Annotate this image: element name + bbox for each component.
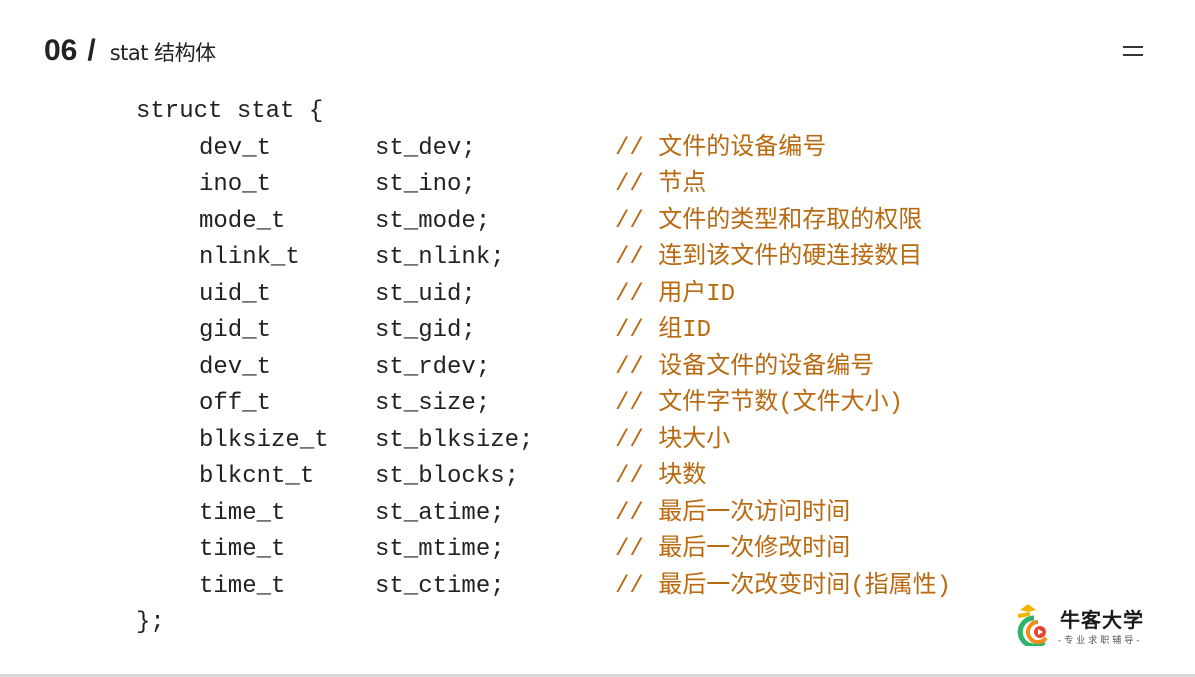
field-member: st_blksize; [375,426,534,454]
struct-field-line: time_t st_mtime; // 最后一次修改时间 [136,532,850,569]
field-member: st_blocks; [375,463,520,490]
field-type: uid_t [199,280,272,308]
logo-name: 牛客大学 [1060,608,1144,632]
field-type: blkcnt_t [199,463,315,490]
logo-tagline: -专业求职辅导- [1058,636,1143,646]
field-type: nlink_t [199,244,300,271]
field-type: time_t [199,572,286,600]
section-number: 06 [44,34,78,67]
field-comment: // 用户ID [615,280,736,308]
field-member: st_atime; [375,499,505,527]
code-struct-open: struct stat { [136,94,323,131]
field-type: dev_t [199,134,272,162]
field-type: dev_t [199,353,272,381]
section-separator: / [87,34,96,67]
field-member: st_dev; [375,134,476,162]
field-member: st_uid; [375,280,476,308]
field-comment: // 最后一次修改时间 [615,536,851,563]
field-type: blksize_t [199,426,329,454]
menu-icon-line [1123,54,1143,56]
field-comment: // 块数 [615,463,707,490]
field-comment: // 文件的类型和存取的权限 [615,207,923,235]
struct-field-line: time_t st_ctime; // 最后一次改变时间(指属性) [136,569,951,606]
field-type: time_t [199,499,286,527]
field-comment: // 文件字节数(文件大小) [615,390,904,417]
field-type: mode_t [199,207,286,235]
struct-field-line: nlink_t st_nlink; // 连到该文件的硬连接数目 [136,240,922,277]
field-type: off_t [199,390,272,417]
field-type: ino_t [199,171,272,198]
struct-declaration: struct stat { [136,98,324,125]
logo-mark-icon [1017,604,1048,646]
struct-field-line: gid_t st_gid; // 组ID [136,313,711,350]
struct-fields: dev_t st_dev; // 文件的设备编号 ino_t st_ino; // 节点 m… [136,131,951,606]
field-member: st_nlink; [375,244,505,271]
field-comment: // 节点 [615,171,707,198]
struct-field-line: dev_t st_dev; // 文件的设备编号 [136,131,826,168]
struct-field-line: dev_t st_rdev; // 设备文件的设备编号 [136,350,874,387]
field-member: st_mode; [375,207,491,235]
slide-header: 06 / stat 结构体 [44,34,216,74]
struct-field-line: off_t st_size; // 文件字节数(文件大小) [136,386,903,423]
field-comment: // 最后一次访问时间 [615,499,851,527]
struct-field-line: blksize_t st_blksize; // 块大小 [136,423,730,460]
field-comment: // 最后一次改变时间(指属性) [615,572,952,600]
field-member: st_gid; [375,317,476,344]
brand-logo: 牛客大学 -专业求职辅导- [1014,602,1164,646]
field-member: st_mtime; [375,536,505,563]
field-comment: // 组ID [615,317,712,344]
page-title: stat 结构体 [109,41,216,65]
struct-close: }; [136,609,165,636]
struct-field-line: ino_t st_ino; // 节点 [136,167,706,204]
code-struct-close: }; [136,605,323,642]
field-member: st_size; [375,390,491,417]
field-comment: // 设备文件的设备编号 [615,353,875,381]
menu-icon-line [1123,46,1143,48]
menu-icon[interactable] [1123,44,1143,60]
field-comment: // 块大小 [615,426,731,454]
struct-field-line: time_t st_atime; // 最后一次访问时间 [136,496,850,533]
field-type: time_t [199,536,286,563]
code-block: struct stat { dev_t st_dev; // 文件的设备编号 ino_… [136,94,951,642]
struct-field-line: blkcnt_t st_blocks; // 块数 [136,459,706,496]
field-comment: // 连到该文件的硬连接数目 [615,244,923,271]
field-member: st_ino; [375,171,476,198]
field-member: st_ctime; [375,572,505,600]
struct-field-line: uid_t st_uid; // 用户ID [136,277,735,314]
field-type: gid_t [199,317,272,344]
struct-field-line: mode_t st_mode; // 文件的类型和存取的权限 [136,204,922,241]
field-comment: // 文件的设备编号 [615,134,827,162]
field-member: st_rdev; [375,353,491,381]
